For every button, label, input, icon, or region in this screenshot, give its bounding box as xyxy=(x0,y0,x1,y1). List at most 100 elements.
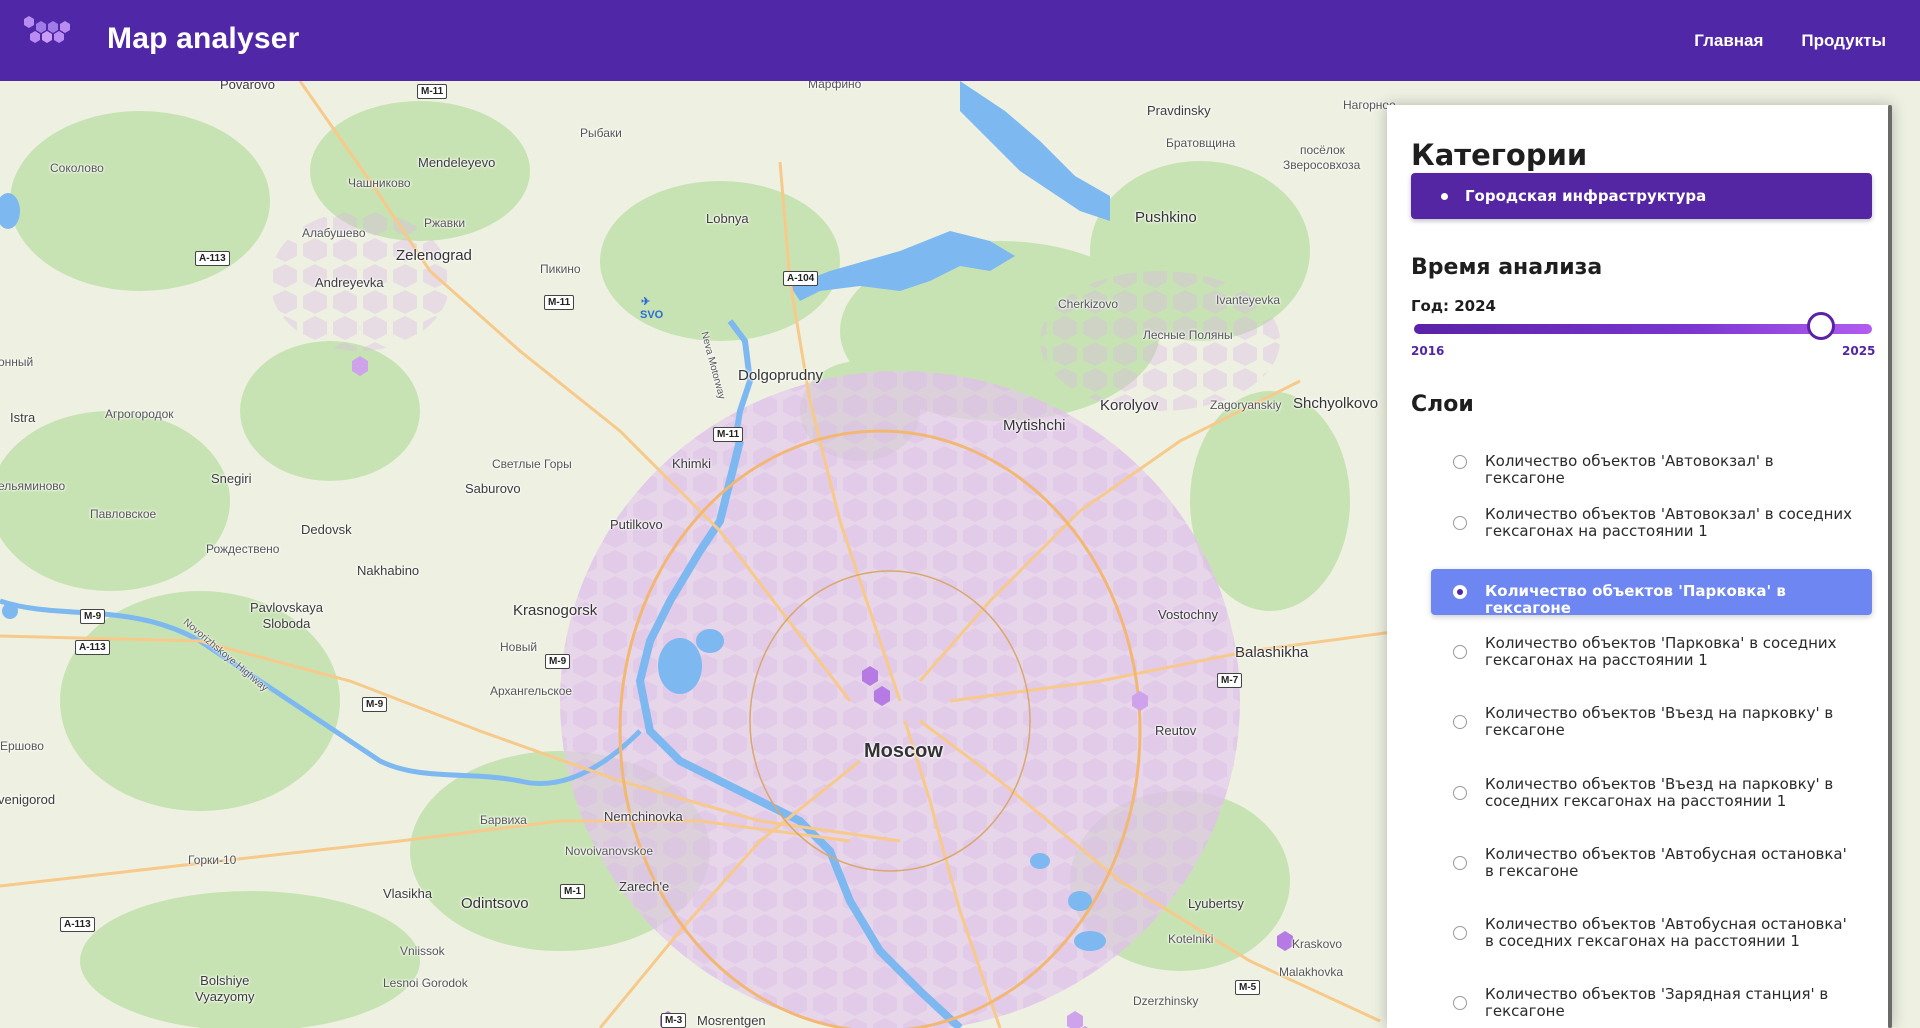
place-label: ельяминово xyxy=(0,479,66,493)
panel-scrollbar-thumb[interactable] xyxy=(1888,105,1892,1028)
road-shield: M-11 xyxy=(417,84,448,99)
place-label: Ivanteyevka xyxy=(1216,293,1281,307)
layer-option[interactable]: Количество объектов 'Автовокзал' в гекса… xyxy=(1431,442,1872,487)
category-chip-urban-infrastructure[interactable]: Городская инфраструктура xyxy=(1411,173,1872,219)
road-shield: M-9 xyxy=(545,654,571,669)
road-shield: A-104 xyxy=(783,271,819,286)
analysis-time-heading: Время анализа xyxy=(1411,255,1603,280)
year-slider-track[interactable] xyxy=(1414,324,1872,334)
radio-button[interactable] xyxy=(1453,516,1467,530)
bullet-icon xyxy=(1441,193,1448,200)
radio-button[interactable] xyxy=(1453,786,1467,800)
place-label: Чашниково xyxy=(348,176,411,190)
analysis-panel: Категории Городская инфраструктура Время… xyxy=(1387,105,1892,1028)
radio-button[interactable] xyxy=(1453,715,1467,729)
place-label: Пикино xyxy=(540,262,581,276)
place-label: Lesnoi Gorodok xyxy=(383,976,468,990)
main-nav: Главная Продукты xyxy=(1694,0,1886,81)
radio-button[interactable] xyxy=(1453,645,1467,659)
radio-button[interactable] xyxy=(1453,856,1467,870)
year-min-label: 2016 xyxy=(1411,344,1445,358)
place-label: Рыбаки xyxy=(580,126,622,140)
place-label: Nakhabino xyxy=(357,563,420,578)
place-label: Pravdinsky xyxy=(1147,103,1211,118)
place-label: Khimki xyxy=(672,456,712,471)
place-label: Алабушево xyxy=(302,226,366,240)
place-label: Putilkovo xyxy=(610,517,663,532)
layer-option-label: Количество объектов 'Въезд на парковку' … xyxy=(1485,775,1834,810)
road-shield: A-113 xyxy=(195,251,230,266)
place-label: Барвиха xyxy=(480,813,527,827)
radio-button-checked[interactable] xyxy=(1453,585,1467,599)
place-label: Марфино xyxy=(808,81,862,91)
layer-option[interactable]: Количество объектов 'Зарядная станция' в… xyxy=(1431,979,1872,1027)
layer-option[interactable]: Количество объектов 'Автобусная остановк… xyxy=(1431,839,1872,887)
road-shield: M-9 xyxy=(80,609,106,624)
category-chip-label: Городская инфраструктура xyxy=(1465,187,1707,205)
nav-link-home[interactable]: Главная xyxy=(1694,31,1763,51)
place-label: Ржавки xyxy=(424,216,466,230)
layer-option[interactable]: Количество объектов 'Парковка' в соседни… xyxy=(1431,628,1872,676)
panel-scrollbar[interactable] xyxy=(1888,105,1892,1028)
place-label: Povarovo xyxy=(220,81,275,92)
layer-option-label: Количество объектов 'Автобусная остановк… xyxy=(1485,845,1847,880)
top-navbar: Map analyser Главная Продукты xyxy=(0,0,1920,81)
place-label: Shchyolkovo xyxy=(1293,395,1379,412)
place-label: Dedovsk xyxy=(301,522,352,537)
layer-option[interactable]: Количество объектов 'Автобусная остановк… xyxy=(1431,909,1872,957)
road-shield: M-5 xyxy=(1235,980,1261,995)
place-label: Snegiri xyxy=(211,471,252,486)
place-label: Cherkizovo xyxy=(1058,297,1119,311)
place-label: Andreyevka xyxy=(315,275,384,290)
radio-button[interactable] xyxy=(1453,926,1467,940)
place-label: Odintsovo xyxy=(461,895,529,912)
layer-option[interactable]: Количество объектов 'Въезд на парковку' … xyxy=(1431,698,1872,746)
place-label: Зверосовхоза xyxy=(1283,158,1361,172)
airport-icon: ✈ xyxy=(641,296,651,308)
radio-button[interactable] xyxy=(1453,455,1467,469)
place-label: Kraskovo xyxy=(1292,937,1343,951)
place-label: Krasnogorsk xyxy=(513,602,598,619)
place-label: Dolgoprudny xyxy=(738,367,824,384)
place-label: Istra xyxy=(10,410,36,425)
year-slider-thumb[interactable] xyxy=(1807,312,1836,340)
place-label: Горки-10 xyxy=(188,853,237,867)
place-label: Mendeleyevo xyxy=(418,155,496,170)
place-label: Pavlovskaya Sloboda xyxy=(250,600,323,631)
place-label: Mytishchi xyxy=(1003,417,1066,434)
place-label: Reutov xyxy=(1155,723,1197,738)
place-label: Zarech'e xyxy=(619,879,670,894)
place-label: посёлок xyxy=(1300,143,1345,157)
place-label: Balashikha xyxy=(1235,644,1309,661)
nav-link-products[interactable]: Продукты xyxy=(1801,31,1886,51)
year-max-label: 2025 xyxy=(1842,344,1876,358)
road-shield: M-11 xyxy=(713,427,744,442)
layer-option-label: Количество объектов 'Парковка' в соседни… xyxy=(1485,634,1837,669)
place-label: Kotelniki xyxy=(1168,932,1214,946)
map-city-label: Moscow xyxy=(864,740,943,762)
radio-button[interactable] xyxy=(1453,996,1467,1010)
place-label: Lyubertsy xyxy=(1188,896,1244,911)
layer-option-label: Количество объектов 'Автобусная остановк… xyxy=(1485,915,1847,950)
place-label: онный xyxy=(0,355,34,369)
place-label: Bolshiye Vyazyomy xyxy=(195,973,255,1004)
road-shield: M-7 xyxy=(1217,673,1243,688)
layer-option-label: Количество объектов 'Въезд на парковку' … xyxy=(1485,704,1834,739)
place-label: Pushkino xyxy=(1135,209,1197,226)
layer-option-label: Количество объектов 'Автовокзал' в сосед… xyxy=(1485,505,1853,540)
place-label: Ершово xyxy=(0,739,44,753)
place-label: Novoivanovskoe xyxy=(565,844,654,858)
place-label: venigorod xyxy=(0,792,56,807)
place-label: Lobnya xyxy=(706,211,749,226)
place-label: Соколово xyxy=(50,161,104,175)
airport-label: SVO xyxy=(640,309,664,321)
place-label: Архангельское xyxy=(490,684,573,698)
layer-option-selected[interactable]: Количество объектов 'Парковка' в гексаго… xyxy=(1431,569,1872,617)
road-shield: A-113 xyxy=(60,917,95,932)
place-label: Dzerzhinsky xyxy=(1133,994,1199,1008)
place-label: Vostochny xyxy=(1158,607,1218,622)
layer-option[interactable]: Количество объектов 'Автовокзал' в сосед… xyxy=(1431,499,1872,547)
place-label: Vlasikha xyxy=(383,886,433,901)
layer-option[interactable]: Количество объектов 'Въезд на парковку' … xyxy=(1431,769,1872,817)
road-shield: A-113 xyxy=(75,640,110,655)
